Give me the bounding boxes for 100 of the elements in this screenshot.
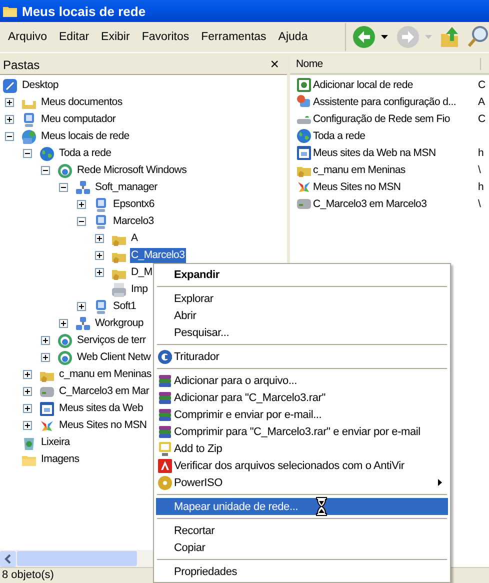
collapse-icon[interactable]: [41, 166, 50, 175]
menu-item[interactable]: Verificar dos arquivos selecionados com o AntiVir: [156, 457, 448, 474]
expand-icon[interactable]: [23, 387, 32, 396]
tree-item[interactable]: Soft1: [112, 299, 138, 314]
tree-item[interactable]: D_M: [130, 265, 154, 280]
tree-item[interactable]: c_manu em Meninas: [58, 367, 152, 382]
tree-item[interactable]: Marcelo3: [112, 214, 155, 229]
tree-item[interactable]: Meu computador: [40, 112, 117, 127]
tree-item[interactable]: C_Marcelo3 em Mar: [58, 384, 150, 399]
network-globe-icon: [57, 350, 73, 366]
expand-icon[interactable]: [23, 421, 32, 430]
menu-item[interactable]: Propriedades: [156, 563, 448, 580]
tree-item[interactable]: Serviços de terr: [76, 333, 147, 348]
menu-item[interactable]: Ferramentas: [195, 31, 272, 43]
menu-item[interactable]: Abrir: [156, 307, 448, 324]
printer-icon: [111, 282, 127, 298]
tree-item[interactable]: Meus Sites no MSN: [58, 418, 148, 433]
menu-item[interactable]: Exibir: [95, 31, 136, 43]
menu-item[interactable]: Favoritos: [136, 31, 196, 43]
back-button[interactable]: [352, 25, 376, 49]
tree-item[interactable]: Lixeira: [40, 435, 71, 450]
menu-item[interactable]: Arquivo: [2, 31, 53, 43]
computer-icon: [93, 214, 109, 230]
menu-item[interactable]: Ajuda: [272, 31, 314, 43]
disc-icon: [157, 474, 173, 490]
globe-icon: [39, 146, 55, 162]
network-globe-icon: [57, 162, 73, 178]
hourglass-cursor-icon: [316, 497, 327, 516]
tree-item[interactable]: Meus sites da Web: [58, 401, 144, 416]
expand-icon[interactable]: [77, 302, 86, 311]
tree-item[interactable]: Meus documentos: [40, 95, 124, 110]
expand-icon[interactable]: [5, 98, 14, 107]
collapse-icon[interactable]: [23, 149, 32, 158]
expand-icon[interactable]: [41, 353, 50, 362]
expand-icon[interactable]: [23, 404, 32, 413]
tree-item[interactable]: Epsontx6: [112, 197, 156, 212]
pane-title: Pastas: [3, 58, 40, 72]
file-name[interactable]: Assistente para configuração d...: [313, 96, 456, 108]
expand-icon[interactable]: [95, 234, 104, 243]
network-globe-icon: [57, 332, 73, 348]
tree-item[interactable]: Web Client Netw: [76, 350, 152, 365]
zip-icon: [157, 440, 173, 456]
collapse-icon[interactable]: [77, 217, 86, 226]
tree-item[interactable]: Rede Microsoft Windows: [76, 163, 188, 178]
menu-item[interactable]: Adicionar para o arquivo...: [156, 372, 448, 389]
menu-item[interactable]: Editar: [53, 31, 96, 43]
computer-icon: [93, 298, 109, 314]
archive-icon: [157, 372, 173, 388]
tree-item[interactable]: C_Marcelo3: [130, 248, 186, 263]
menu-item[interactable]: Triturador: [156, 348, 448, 365]
shredder-icon: [157, 348, 173, 364]
window-title: Meus locais de rede: [22, 4, 146, 18]
expand-icon[interactable]: [23, 370, 32, 379]
file-name[interactable]: Meus Sites no MSN: [313, 180, 401, 192]
tree-item[interactable]: Imagens: [40, 452, 80, 467]
computer-icon: [93, 196, 109, 212]
menu-item[interactable]: Comprimir e enviar por e-mail...: [156, 406, 448, 423]
antivirus-icon: [157, 458, 173, 474]
collapse-icon[interactable]: [59, 183, 68, 192]
menu-item[interactable]: Recortar: [156, 522, 448, 539]
tree-item[interactable]: Soft_manager: [94, 180, 158, 195]
file-name[interactable]: c_manu em Meninas: [313, 164, 406, 176]
expand-icon[interactable]: [77, 200, 86, 209]
menu-item[interactable]: PowerISO: [156, 474, 448, 491]
tree-item[interactable]: Workgroup: [94, 316, 144, 331]
scroll-thumb[interactable]: [17, 551, 137, 566]
status-text: 8 objeto(s): [2, 569, 54, 581]
tree-item[interactable]: Desktop: [21, 78, 60, 93]
tree-item[interactable]: Imp: [130, 282, 149, 297]
menu-item[interactable]: Explorar: [156, 290, 448, 307]
file-name[interactable]: Meus sites da Web na MSN: [313, 146, 436, 158]
menu-item[interactable]: Add to Zip: [156, 440, 448, 457]
scroll-left-icon[interactable]: [0, 550, 16, 566]
tree-item[interactable]: Toda a rede: [58, 146, 112, 161]
file-name[interactable]: Toda a rede: [313, 130, 366, 142]
globe-icon: [296, 128, 312, 144]
menu-item[interactable]: Mapear unidade de rede...: [156, 498, 448, 515]
menu-item[interactable]: Comprimir para "C_Marcelo3.rar" e enviar por e-mail: [156, 423, 448, 440]
table-cell: \: [478, 164, 481, 176]
expand-icon[interactable]: [95, 251, 104, 260]
collapse-icon[interactable]: [5, 132, 14, 141]
search-button[interactable]: [467, 25, 489, 49]
tree-item[interactable]: A: [130, 231, 139, 246]
tree-item[interactable]: Meus locais de rede: [40, 129, 130, 144]
table-cell: h: [478, 180, 484, 192]
menu-item[interactable]: Expandir: [156, 266, 448, 283]
menu-item[interactable]: Pesquisar...: [156, 324, 448, 341]
expand-icon[interactable]: [41, 336, 50, 345]
web-page-icon: [296, 144, 312, 160]
menu-item[interactable]: Copiar: [156, 539, 448, 556]
file-name[interactable]: Configuração de Rede sem Fio: [313, 112, 450, 124]
file-name[interactable]: Adicionar local de rede: [313, 78, 413, 90]
caret-icon[interactable]: [381, 35, 388, 39]
expand-icon[interactable]: [59, 319, 68, 328]
menu-item[interactable]: Adicionar para "C_Marcelo3.rar": [156, 389, 448, 406]
archive-icon: [157, 424, 173, 440]
file-name[interactable]: C_Marcelo3 em Marcelo3: [313, 198, 427, 210]
expand-icon[interactable]: [95, 268, 104, 277]
close-button[interactable]: ×: [270, 56, 279, 73]
expand-icon[interactable]: [5, 115, 14, 124]
